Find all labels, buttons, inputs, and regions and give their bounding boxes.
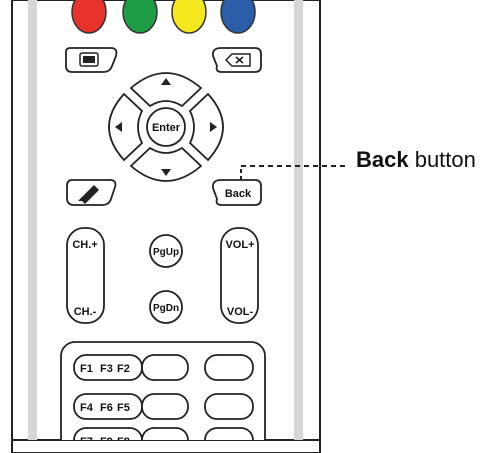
left-grip-stripe [28,0,37,440]
pgup-button[interactable]: PgUp [149,234,183,268]
fkey-label-f2: F2 [117,363,130,375]
enter-button[interactable]: Enter [146,107,186,147]
screen-icon [79,52,99,67]
vol-minus-label: VOL- [227,306,254,318]
fkey-label-f3: F3 [100,363,113,375]
red-button[interactable] [71,0,107,34]
display-button[interactable] [65,47,118,73]
ch-minus-label: CH.- [74,306,97,318]
fkey-label-f4: F4 [80,402,94,414]
ch-plus-label: CH.+ [72,239,97,251]
back-button-callout: Back button [356,147,476,173]
enter-label: Enter [152,122,181,134]
fkey-button-row1-mid[interactable] [141,354,189,381]
fkey-label-f5: F5 [117,402,130,414]
callout-bold: Back [356,147,409,172]
back-button[interactable]: Back [212,179,262,206]
back-label: Back [225,188,252,200]
remote-diagram: Enter Back CH.+ CH.- PgUp PgDn VOL+ VOL-… [11,0,348,453]
vol-plus-label: VOL+ [225,239,254,251]
edit-button[interactable] [66,179,117,206]
fkey-button-row2-right[interactable] [204,393,254,420]
callout-rest: button [408,147,476,172]
fkey-button-row1-right[interactable] [204,354,254,381]
delete-button[interactable] [212,47,262,73]
fkey-row-2: F4 F6 F5 [73,393,254,420]
fkey-row-1: F1 F3 F2 [73,354,254,381]
fkey-label-f1: F1 [80,363,93,375]
green-button[interactable] [122,0,158,34]
pgup-label: PgUp [153,247,179,258]
yellow-button[interactable] [171,0,207,34]
backspace-icon [224,53,251,67]
pgdn-button[interactable]: PgDn [149,290,183,324]
right-grip-stripe [294,0,303,440]
fkey-label-f6: F6 [100,402,113,414]
blue-button[interactable] [220,0,256,34]
fkey-button-row2-mid[interactable] [141,393,189,420]
channel-rocker[interactable]: CH.+ CH.- [66,227,105,324]
pgdn-label: PgDn [153,303,179,314]
volume-rocker[interactable]: VOL+ VOL- [220,227,259,324]
